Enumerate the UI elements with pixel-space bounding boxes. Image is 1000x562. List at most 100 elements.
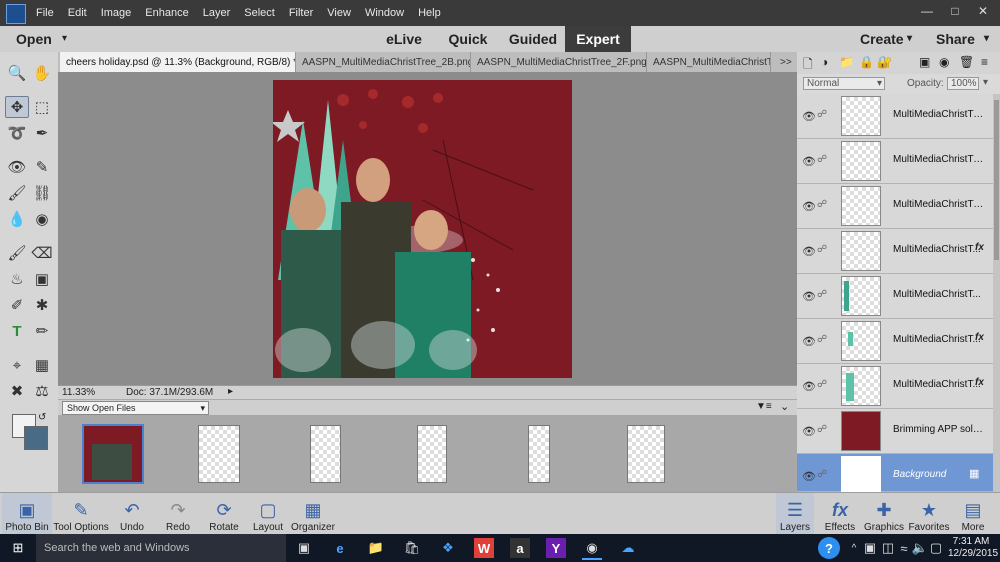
store-icon[interactable]: 🛍	[402, 538, 422, 558]
taskbar-clock[interactable]: 7:31 AM 12/29/2015	[948, 536, 998, 560]
thumbnail-christtree-5[interactable]	[627, 425, 665, 483]
notifications-icon[interactable]: ▢	[926, 538, 946, 558]
wps-office-icon[interactable]: W	[474, 538, 494, 558]
layer-row[interactable]: 👁 ☍ MultiMediaChristT... fx	[797, 364, 993, 409]
eye-icon[interactable]: 👁	[802, 335, 816, 348]
close-icon[interactable]: ✕	[970, 0, 996, 22]
red-eye-tool-icon[interactable]: 👁	[5, 156, 29, 178]
eye-icon[interactable]: 👁	[802, 425, 816, 438]
thumbnail-christtree-4[interactable]	[528, 425, 550, 483]
eye-icon[interactable]: 👁	[802, 110, 816, 123]
photo-bin-select[interactable]: Show Open Files ▾	[62, 401, 209, 415]
layer-row[interactable]: 👁 ☍ MultiMediaChristTree...	[797, 139, 993, 184]
pencil-tool-icon[interactable]: ✏	[30, 320, 54, 342]
type-tool-icon[interactable]: T	[5, 320, 29, 342]
trash-icon[interactable]: 🗑	[959, 55, 974, 69]
taskbar-search-box[interactable]: Search the web and Windows	[36, 534, 286, 562]
maximize-icon[interactable]: □	[942, 0, 968, 22]
help-icon[interactable]: ?	[818, 537, 840, 559]
eye-icon[interactable]: 👁	[802, 290, 816, 303]
hand-tool-icon[interactable]: ✋	[30, 62, 54, 84]
clone-stamp-tool-icon[interactable]: ⛓	[30, 182, 54, 204]
menu-file[interactable]: File	[36, 7, 54, 19]
tool-options-button[interactable]: ✎ Tool Options	[52, 493, 110, 535]
mode-guided[interactable]: Guided	[502, 26, 564, 52]
custom-shape-tool-icon[interactable]: ✱	[30, 294, 54, 316]
layers-scrollbar[interactable]	[993, 94, 1000, 492]
weather-app-icon[interactable]: ☁	[618, 538, 638, 558]
menu-filter[interactable]: Filter	[289, 7, 313, 19]
opacity-field[interactable]: 100%	[947, 77, 979, 90]
scrollbar-thumb[interactable]	[994, 100, 999, 260]
menu-image[interactable]: Image	[101, 7, 132, 19]
layer-style-fx-icon[interactable]: fx	[975, 332, 984, 343]
layer-mask-icon[interactable]: ▣	[919, 55, 930, 69]
panel-menu-icon[interactable]: ≡	[981, 55, 988, 69]
mode-elive[interactable]: eLive	[378, 26, 430, 52]
layer-row[interactable]: 👁 ☍ MultiMediaChristTree...	[797, 184, 993, 229]
crop-tool-icon[interactable]: ⌖	[5, 354, 29, 376]
lasso-tool-icon[interactable]: ➰	[5, 122, 29, 144]
healing-brush-tool-icon[interactable]: ✎	[30, 156, 54, 178]
thumbnail-christtree-3[interactable]	[417, 425, 447, 483]
content-aware-move-tool-icon[interactable]: ✖	[5, 380, 29, 402]
tray-app-icon[interactable]: ▣	[860, 538, 880, 558]
lock-all-icon[interactable]: 🔐	[877, 55, 892, 69]
windows-start-icon[interactable]: ⊞	[8, 538, 28, 558]
layer-row[interactable]: 👁 ☍ MultiMediaChristT... fx	[797, 229, 993, 274]
menu-window[interactable]: Window	[365, 7, 404, 19]
link-icon[interactable]: ☍	[817, 334, 827, 345]
eye-icon[interactable]: 👁	[802, 245, 816, 258]
brush-tool-icon[interactable]: 🖌	[5, 242, 29, 264]
layer-style-fx-icon[interactable]: fx	[975, 242, 984, 253]
move-tool-icon[interactable]: ✥	[5, 96, 29, 118]
mode-quick[interactable]: Quick	[440, 26, 496, 52]
marquee-tool-icon[interactable]: ⬚	[30, 96, 54, 118]
tabs-overflow-button[interactable]: >>	[774, 52, 796, 72]
layer-row[interactable]: 👁 ☍ MultiMediaChristTree...	[797, 94, 993, 139]
organizer-button[interactable]: ▦ Organizer	[290, 493, 336, 535]
layer-row[interactable]: 👁 ☍ MultiMediaChristT...	[797, 274, 993, 319]
open-dropdown-icon[interactable]: ▾	[62, 33, 67, 44]
menu-view[interactable]: View	[327, 7, 351, 19]
new-layer-icon[interactable]: 🗋	[803, 55, 813, 76]
edge-browser-icon[interactable]: e	[330, 538, 350, 558]
undo-button[interactable]: ↶ Undo	[114, 493, 150, 535]
layout-button[interactable]: ▢ Layout	[250, 493, 286, 535]
link-icon[interactable]: ☍	[817, 424, 827, 435]
minimize-icon[interactable]: —	[914, 0, 940, 22]
eye-icon[interactable]: 👁	[802, 470, 816, 483]
more-button[interactable]: ▤ More	[954, 493, 992, 535]
menu-enhance[interactable]: Enhance	[145, 7, 188, 19]
layers-button[interactable]: ☰ Layers	[776, 493, 814, 535]
quick-selection-tool-icon[interactable]: ✒	[30, 122, 54, 144]
create-button[interactable]: Create	[860, 31, 904, 47]
eye-icon[interactable]: 👁	[802, 155, 816, 168]
camera-icon[interactable]: ◉	[939, 55, 949, 69]
link-icon[interactable]: ☍	[817, 154, 827, 165]
create-dropdown-icon[interactable]: ▾	[907, 33, 912, 44]
rotate-button[interactable]: ⟳ Rotate	[204, 493, 244, 535]
link-icon[interactable]: ☍	[817, 379, 827, 390]
link-icon[interactable]: ☍	[817, 109, 827, 120]
open-button[interactable]: Open	[16, 31, 52, 47]
status-menu-icon[interactable]: ▸	[228, 386, 233, 397]
graphics-button[interactable]: ✚ Graphics	[864, 493, 904, 535]
adjustment-layer-icon[interactable]: ◑	[821, 55, 828, 69]
swap-colors-icon[interactable]: ↺	[38, 412, 46, 423]
mode-expert[interactable]: Expert	[565, 26, 631, 52]
tab-cheers-holiday[interactable]: cheers holiday.psd @ 11.3% (Background, …	[60, 52, 296, 72]
collapse-bin-icon[interactable]: ⌄	[780, 400, 789, 413]
tab-christtree-3[interactable]: AASPN_MultiMediaChristTre	[647, 52, 771, 72]
share-button[interactable]: Share	[936, 31, 975, 47]
link-icon[interactable]: ☍	[817, 469, 827, 480]
layer-row[interactable]: 👁 ☍ Brimming APP solid p...	[797, 409, 993, 454]
menu-help[interactable]: Help	[418, 7, 441, 19]
straighten-tool-icon[interactable]: ⚖	[30, 380, 54, 402]
zoom-level[interactable]: 11.33%	[62, 387, 95, 398]
layer-row[interactable]: 👁 ☍ MultiMediaChristT... fx	[797, 319, 993, 364]
paint-bucket-tool-icon[interactable]: ♨	[5, 268, 29, 290]
effects-button[interactable]: fx Effects	[820, 493, 860, 535]
zoom-tool-icon[interactable]: 🔍	[5, 62, 29, 84]
share-dropdown-icon[interactable]: ▾	[984, 33, 989, 44]
